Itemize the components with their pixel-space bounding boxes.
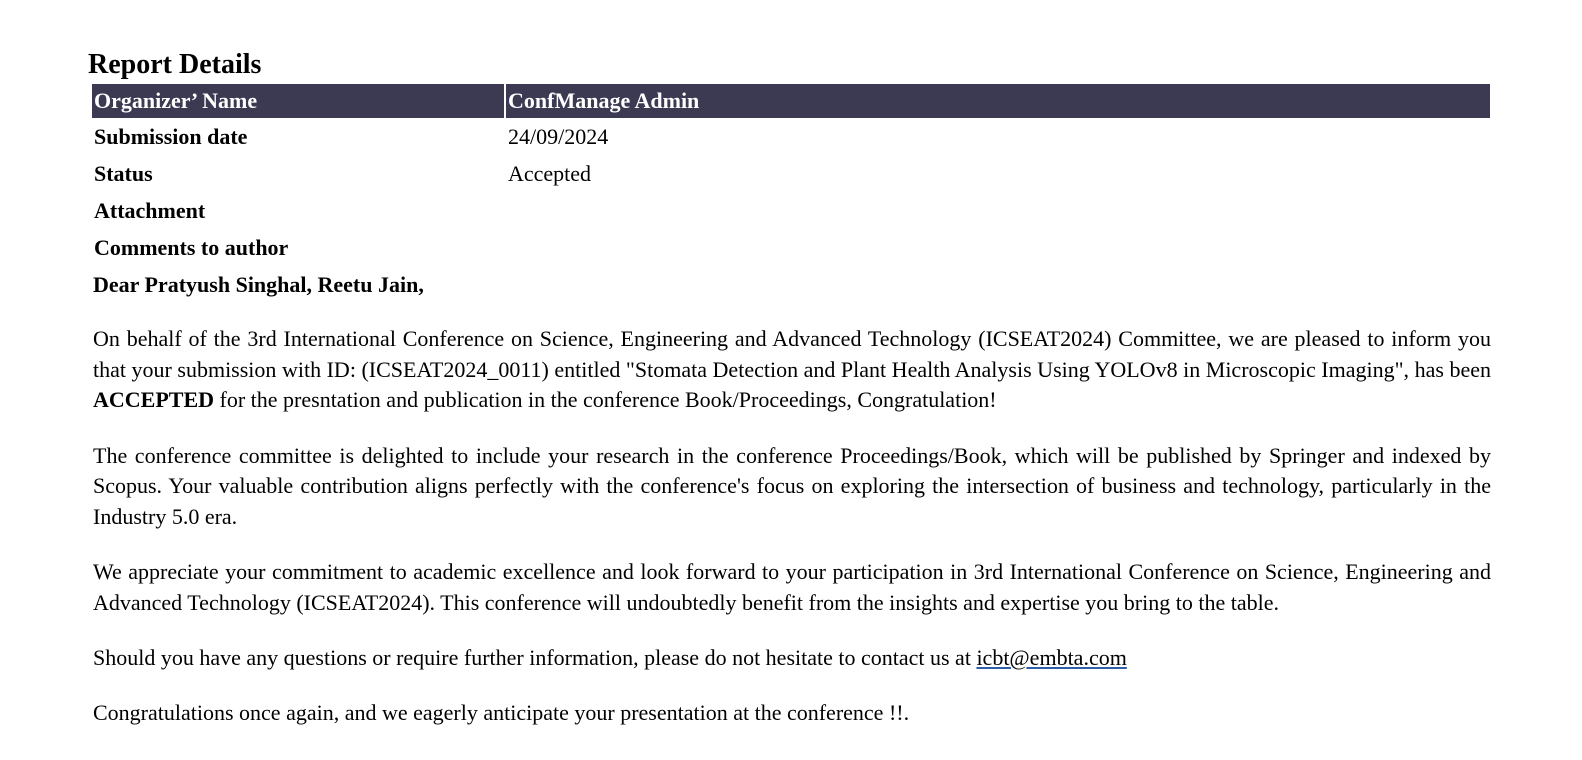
page-title: Report Details [88, 49, 262, 80]
attachment-value [506, 192, 1490, 229]
comments-to-author-label: Comments to author [94, 235, 289, 260]
table-row: Attachment [92, 192, 1490, 229]
table-row: Submission date 24/09/2024 [92, 118, 1490, 155]
submission-date-value: 24/09/2024 [508, 124, 609, 149]
table-row: Status Accepted [92, 155, 1490, 192]
contact-email-link[interactable]: icbt@embta.com [976, 645, 1126, 670]
table-header-row: Organizer’ Name ConfManage Admin [92, 84, 1490, 118]
letter-greeting: Dear Pratyush Singhal, Reetu Jain, [93, 272, 424, 297]
proceedings-paragraph: The conference committee is delighted to… [93, 442, 1491, 529]
closing-paragraph: Congratulations once again, and we eager… [93, 699, 910, 725]
attachment-label: Attachment [94, 198, 206, 223]
letter-body: On behalf of the 3rd International Confe… [93, 324, 1491, 752]
acceptance-paragraph: On behalf of the 3rd International Confe… [93, 324, 1491, 416]
organizer-name-label: Organizer’ Name [92, 84, 504, 118]
report-page: Report Details Organizer’ Name ConfManag… [0, 0, 1582, 760]
comments-to-author-value [506, 229, 1490, 266]
accepted-keyword: ACCEPTED [93, 387, 215, 412]
contact-paragraph: Should you have any questions or require… [93, 643, 1491, 674]
acceptance-text-end: for the presntation and publication in t… [214, 387, 997, 412]
table-row: Comments to author [92, 229, 1490, 266]
acceptance-text-start: On behalf of the 3rd International Confe… [93, 326, 1491, 382]
contact-text: Should you have any questions or require… [93, 645, 977, 670]
organizer-name-value: ConfManage Admin [506, 84, 1490, 118]
status-label: Status [94, 161, 153, 186]
status-value: Accepted [508, 161, 592, 186]
appreciation-paragraph: We appreciate your commitment to academi… [93, 559, 1491, 615]
report-details-table: Organizer’ Name ConfManage Admin Submiss… [90, 84, 1492, 266]
submission-date-label: Submission date [94, 124, 248, 149]
